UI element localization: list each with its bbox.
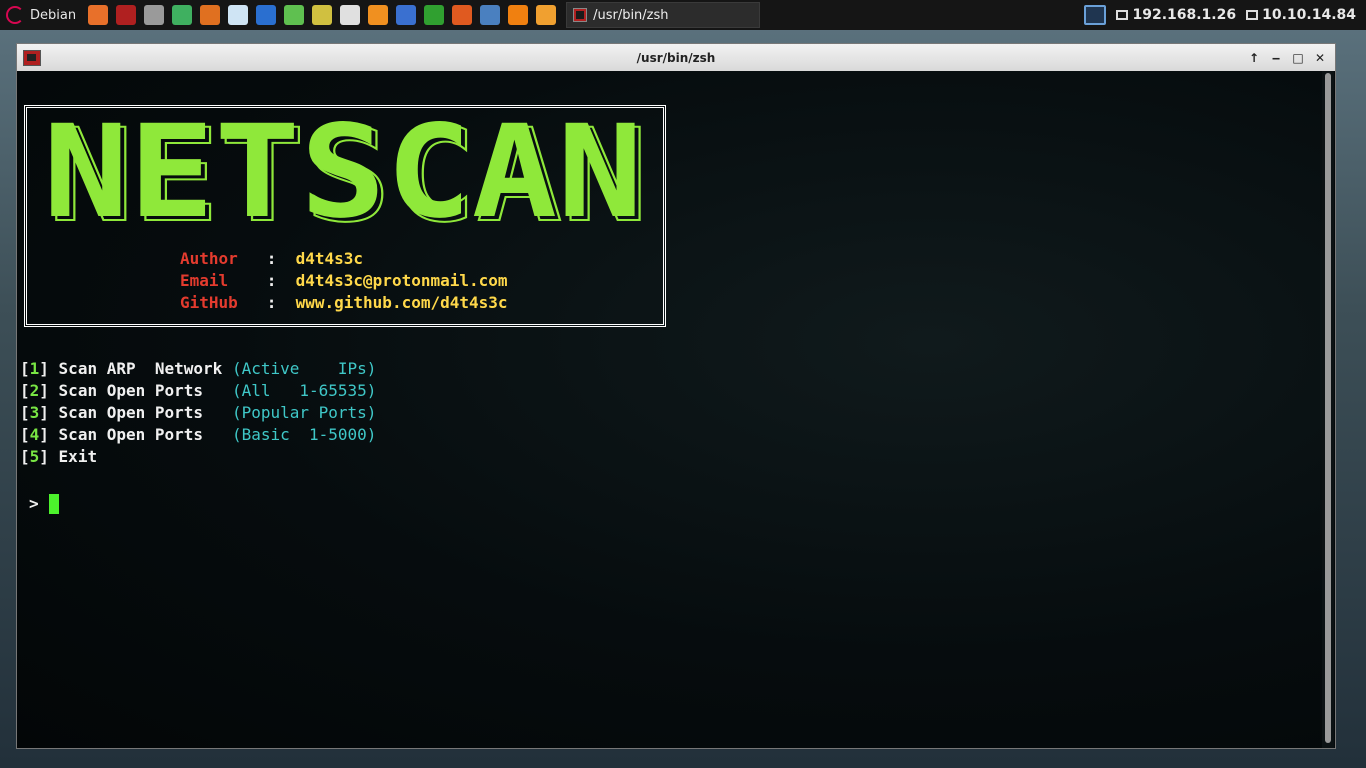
ip-indicator-vpn: 10.10.14.84: [1246, 7, 1356, 23]
keep-above-button[interactable]: ↑: [1243, 47, 1265, 69]
minimize-button[interactable]: ‒: [1265, 47, 1287, 69]
search-icon[interactable]: [536, 5, 557, 25]
prompt-symbol: >: [29, 494, 39, 513]
github-row: GitHub : www.github.com/d4t4s3c: [180, 293, 508, 312]
ip-address-lan: 192.168.1.26: [1132, 7, 1237, 23]
window-titlebar[interactable]: /usr/bin/zsh ↑ ‒ □ ✕: [17, 44, 1335, 71]
scrollbar[interactable]: [1322, 71, 1334, 748]
scrollbar-thumb[interactable]: [1325, 73, 1331, 743]
network-config-icon[interactable]: [312, 5, 333, 25]
terminal-output[interactable]: NETSCAN NETSCAN Author : d4t4s3c Email :…: [17, 71, 1323, 748]
text-cursor: [48, 494, 59, 514]
ethernet-icon: [1246, 10, 1259, 20]
presentation-icon[interactable]: [452, 5, 473, 25]
terminal-icon[interactable]: [116, 5, 137, 25]
email-label: Email: [180, 271, 229, 290]
eye-icon[interactable]: [228, 5, 249, 25]
file-manager-icon[interactable]: [144, 5, 165, 25]
globe-icon[interactable]: [480, 5, 501, 25]
quick-launch-bar: [84, 5, 557, 25]
start-menu-button[interactable]: Debian: [0, 0, 84, 30]
menu-list: [1] Scan ARP Network (Active IPs) [2] Sc…: [20, 358, 376, 468]
menu-item-popular-ports: [3] Scan Open Ports (Popular Ports): [20, 403, 377, 422]
document-icon[interactable]: [396, 5, 417, 25]
window-title: /usr/bin/zsh: [636, 50, 716, 65]
taskbar-item-label: /usr/bin/zsh: [593, 7, 669, 23]
kali-dragon-icon[interactable]: [284, 5, 305, 25]
logo-text-fill: NETSCAN: [43, 120, 643, 238]
spreadsheet-icon[interactable]: [424, 5, 445, 25]
ip-indicator-lan: 192.168.1.26: [1116, 7, 1236, 23]
github-label: GitHub: [180, 293, 238, 312]
burp-icon[interactable]: [200, 5, 221, 25]
separator: :: [266, 293, 277, 312]
ethernet-icon: [1116, 10, 1129, 20]
input-prompt[interactable]: >: [29, 493, 59, 515]
email-row: Email : d4t4s3c@protonmail.com: [180, 271, 508, 290]
terminal-window: /usr/bin/zsh ↑ ‒ □ ✕ NETSCAN NETSCAN Aut…: [16, 43, 1336, 749]
author-value: d4t4s3c: [295, 249, 364, 268]
menu-item-arp-scan: [1] Scan ARP Network (Active IPs): [20, 359, 377, 378]
github-value: www.github.com/d4t4s3c: [295, 293, 508, 312]
top-panel: Debian /usr/bin/zsh 192.168.1.26 10.10.1…: [0, 0, 1366, 30]
ip-address-vpn: 10.10.14.84: [1262, 7, 1356, 23]
network-tool-icon[interactable]: [172, 5, 193, 25]
taskbar-item-terminal[interactable]: /usr/bin/zsh: [566, 2, 761, 28]
separator: :: [266, 271, 277, 290]
maximize-button[interactable]: □: [1287, 47, 1309, 69]
author-row: Author : d4t4s3c: [180, 249, 363, 268]
banner-box: NETSCAN NETSCAN Author : d4t4s3c Email :…: [24, 105, 666, 327]
author-label: Author: [180, 249, 238, 268]
close-button[interactable]: ✕: [1309, 47, 1331, 69]
firefox-icon[interactable]: [88, 5, 109, 25]
email-value: d4t4s3c@protonmail.com: [295, 271, 508, 290]
sublime-icon[interactable]: [368, 5, 389, 25]
menu-item-basic-ports: [4] Scan Open Ports (Basic 1-5000): [20, 425, 377, 444]
vlc-icon[interactable]: [508, 5, 529, 25]
terminal-icon[interactable]: [23, 49, 41, 66]
debian-logo-icon: [6, 6, 24, 24]
menu-item-all-ports: [2] Scan Open Ports (All 1-65535): [20, 381, 377, 400]
system-tray: 192.168.1.26 10.10.14.84: [1084, 5, 1366, 25]
shark-fin-icon[interactable]: [256, 5, 277, 25]
start-menu-label: Debian: [30, 7, 77, 23]
text-editor-icon[interactable]: [340, 5, 361, 25]
separator: :: [266, 249, 277, 268]
netscan-ascii-logo: NETSCAN NETSCAN: [43, 120, 649, 238]
network-monitor-icon[interactable]: [1084, 5, 1107, 25]
menu-item-exit: [5] Exit: [20, 447, 98, 466]
terminal-icon: [573, 8, 588, 22]
